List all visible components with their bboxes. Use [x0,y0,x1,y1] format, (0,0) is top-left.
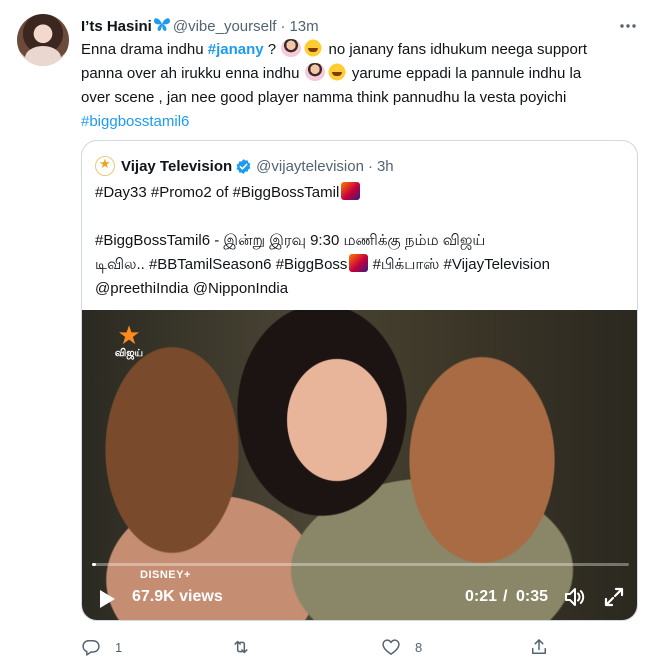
tweet-text-line: panna over ah irukku enna indhu yarume e… [81,63,582,82]
quoted-tweet-text: #Day33 #Promo2 of #BiggBossTamil #BiggBo… [95,181,630,301]
share-button[interactable] [529,636,549,658]
video-controls: 67.9K views 0:21 / 0:35 [82,580,637,616]
channel-logo: ★ விஜய் [112,322,146,362]
share-icon [532,639,546,654]
more-options-icon[interactable] [618,16,638,36]
hashtag-biggbosstamil6[interactable]: #biggbosstamil6 [81,113,189,130]
reply-count: 1 [115,639,123,655]
video-progress-bar[interactable] [92,563,629,566]
like-count: 8 [415,639,423,655]
quoted-text-line: #BiggBossTamil6 - இன்று இரவு 9:30 மணிக்க… [95,232,486,249]
total-time: 0:35 [516,588,549,605]
bigg-boss-badge-icon [349,254,369,272]
author-name[interactable]: I’ts Hasini [81,18,152,35]
tweet-time[interactable]: 13m [289,18,318,35]
volume-icon[interactable] [564,586,586,608]
channel-logo-text: விஜய் [114,348,144,359]
avatar[interactable] [17,14,69,66]
tweet-actions: 1 8 [81,636,561,658]
rolling-laughing-emoji [326,63,347,81]
heart-icon [382,639,400,655]
quoted-text-line: டிவில.. #BBTamilSeason6 #BiggBoss #பிக்ப… [95,254,550,273]
woman-facepalming-emoji [304,63,325,81]
fullscreen-icon[interactable] [603,586,625,608]
elapsed-time: 0:21 [465,588,498,605]
author-handle[interactable]: @vibe_yourself [173,18,277,35]
quoted-text-line: @preethiIndia @NipponIndia [95,280,289,297]
retweet-button[interactable] [231,636,265,658]
play-icon[interactable] [98,589,116,609]
vijay-logo-icon[interactable] [95,156,115,176]
reply-icon [82,640,100,656]
quoted-tweet-header: Vijay Television @vijaytelevision · 3h [95,156,394,176]
quoted-tweet-time[interactable]: 3h [377,158,394,175]
woman-facepalming-emoji [281,39,302,57]
tweet-header: I’ts Hasini @vibe_yourself · 13m [81,16,319,36]
tweet-text-line: over scene , jan nee good player namma t… [81,89,567,106]
butterfly-icon [153,16,173,37]
tweet-text-line: Enna drama indhu #janany ? no janany fan… [81,39,588,58]
like-button[interactable]: 8 [381,636,422,658]
quoted-author-handle[interactable]: @vijaytelevision [256,158,364,175]
star-icon: ★ [117,320,141,350]
bigg-boss-badge-icon [341,182,361,200]
separator-dot: · [280,17,286,35]
verified-badge-icon [236,158,251,174]
separator-dot: · [367,157,373,175]
tweet: I’ts Hasini @vibe_yourself · 13m Enna dr… [0,0,654,667]
quoted-text-line: #Day33 #Promo2 of #BiggBossTamil [95,181,630,205]
quoted-tweet[interactable]: Vijay Television @vijaytelevision · 3h #… [81,140,638,621]
retweet-icon [234,640,248,654]
rolling-laughing-emoji [303,39,324,57]
video-progress-fill [92,563,97,566]
view-count: 67.9K views [132,588,223,605]
quoted-author-name[interactable]: Vijay Television [121,158,232,175]
time-separator: / [503,588,508,605]
hashtag-janany[interactable]: #janany [208,41,264,58]
tweet-text: Enna drama indhu #janany ? no janany fan… [81,38,641,134]
tweet-text-line: #biggbosstamil6 [81,110,641,134]
reply-button[interactable]: 1 [81,636,122,658]
video-player[interactable]: ★ விஜய் DISNEY+ 67.9K views 0:21 / 0:35 [82,310,637,620]
